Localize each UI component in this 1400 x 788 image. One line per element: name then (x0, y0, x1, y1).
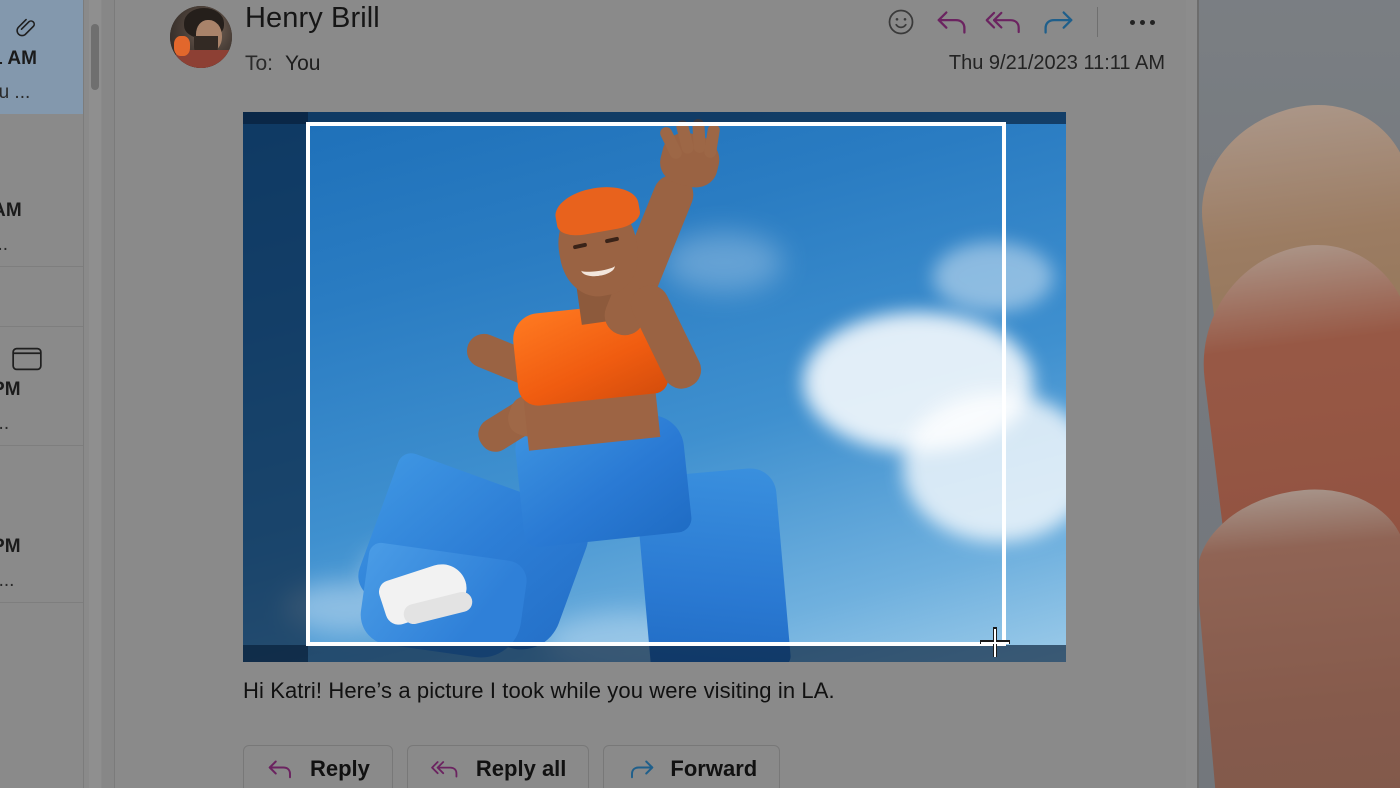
photo-content (243, 112, 1066, 662)
reply-button-label: Reply (310, 756, 370, 781)
list-item-time: PM (0, 536, 21, 557)
list-item-empty[interactable] (0, 267, 83, 327)
list-item-time: 1 AM (0, 48, 38, 69)
add-reaction-button[interactable] (875, 2, 927, 42)
forward-icon (631, 760, 654, 779)
forward-button-large[interactable]: Forward (603, 745, 781, 788)
crop-dim-top (243, 112, 1066, 124)
to-value: You (285, 52, 321, 75)
list-item[interactable]: AM i... (0, 114, 83, 267)
list-item-time: PM (0, 379, 21, 400)
list-item-preview: r... (0, 413, 10, 434)
actions-divider (1097, 7, 1098, 37)
message-timestamp: Thu 9/21/2023 11:11 AM (948, 52, 1165, 74)
smiley-icon (888, 9, 914, 35)
reply-button-large[interactable]: Reply (243, 745, 393, 788)
list-item-preview: ou ... (0, 82, 31, 103)
attachment-image[interactable] (243, 112, 1066, 662)
reply-all-button-label: Reply all (475, 756, 567, 781)
message-list[interactable]: 1 AM ou ... AM i... PM r... PM n... (0, 0, 84, 788)
list-item-preview: i... (0, 234, 9, 255)
reply-all-icon (431, 761, 458, 778)
envelope-icon (12, 347, 42, 371)
person-figure (243, 112, 1066, 662)
reply-all-button[interactable] (979, 2, 1031, 42)
message-header: Henry Brill To: You Thu 9/21/2023 11:11 … (155, 0, 1168, 96)
list-item[interactable]: 1 AM ou ... (0, 0, 83, 114)
reply-button[interactable] (927, 2, 979, 42)
crop-dim-bottom (243, 645, 1066, 662)
pane-gutter (102, 0, 114, 788)
list-item[interactable]: PM n... (0, 446, 83, 603)
list-item-preview: n... (0, 570, 15, 591)
reply-icon (937, 11, 966, 34)
list-item-time: AM (0, 200, 22, 221)
forward-button-label: Forward (670, 756, 758, 781)
ellipsis-icon (1129, 19, 1155, 25)
header-actions (875, 2, 1168, 42)
reply-icon (268, 760, 291, 779)
window-border (1197, 0, 1199, 788)
forward-button[interactable] (1031, 2, 1083, 42)
forward-icon (1044, 11, 1073, 34)
more-options-button[interactable] (1116, 2, 1168, 42)
paperclip-icon (16, 18, 35, 37)
message-list-scrollbar-thumb[interactable] (91, 24, 99, 90)
sender-name: Henry Brill (245, 2, 380, 34)
message-list-scrollbar-track[interactable] (89, 0, 101, 788)
message-body-text: Hi Katri! Here’s a picture I took while … (243, 678, 835, 703)
reply-all-icon (985, 11, 1020, 34)
message-action-buttons: Reply Reply all Forward (243, 745, 781, 788)
to-label: To: (245, 52, 274, 75)
outlook-window: 1 AM ou ... AM i... PM r... PM n... (0, 0, 1198, 788)
crop-dim-left (243, 112, 308, 662)
recipient-line: To: You (245, 52, 320, 76)
avatar[interactable] (170, 6, 232, 68)
list-item[interactable]: PM r... (0, 327, 83, 446)
reading-pane: Henry Brill To: You Thu 9/21/2023 11:11 … (115, 0, 1198, 788)
reply-all-button-large[interactable]: Reply all (406, 745, 590, 788)
